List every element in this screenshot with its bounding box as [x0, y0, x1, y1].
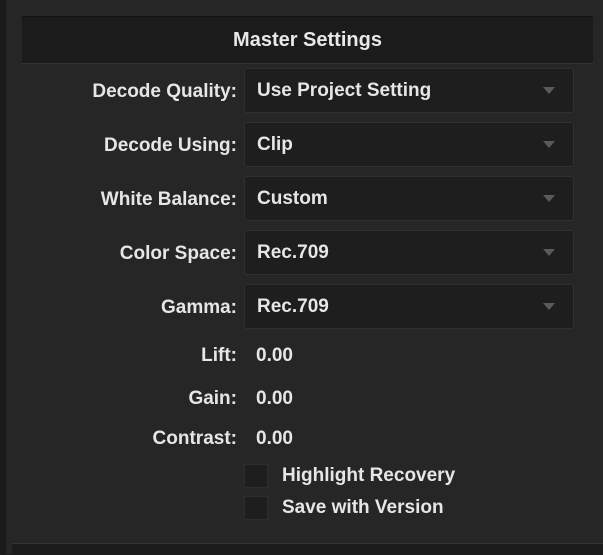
white-balance-dropdown[interactable]: Custom: [244, 176, 574, 221]
panel-footer-divider: [12, 543, 603, 555]
save-with-version-label: Save with Version: [282, 497, 444, 518]
master-settings-panel: Master Settings Decode Quality: Use Proj…: [0, 0, 603, 555]
decode-using-row: Decode Using: Clip: [6, 122, 603, 169]
contrast-value[interactable]: 0.00: [256, 415, 293, 462]
decode-quality-row: Decode Quality: Use Project Setting: [6, 68, 603, 115]
white-balance-value: Custom: [257, 188, 328, 209]
chevron-down-icon: [543, 87, 555, 94]
lift-value[interactable]: 0.00: [256, 332, 293, 379]
highlight-recovery-row[interactable]: Highlight Recovery: [244, 462, 574, 490]
white-balance-label: White Balance:: [100, 188, 237, 210]
contrast-row: Contrast: 0.00: [6, 415, 603, 462]
decode-quality-value: Use Project Setting: [257, 80, 432, 101]
white-balance-row: White Balance: Custom: [6, 176, 603, 223]
gamma-value: Rec.709: [257, 296, 329, 317]
decode-using-dropdown[interactable]: Clip: [244, 122, 574, 167]
lift-row: Lift: 0.00: [6, 332, 603, 379]
gamma-dropdown[interactable]: Rec.709: [244, 284, 574, 329]
decode-using-value: Clip: [257, 134, 293, 155]
save-with-version-row[interactable]: Save with Version: [244, 494, 574, 522]
color-space-row: Color Space: Rec.709: [6, 230, 603, 277]
color-space-dropdown[interactable]: Rec.709: [244, 230, 574, 275]
gamma-row: Gamma: Rec.709: [6, 284, 603, 331]
contrast-label: Contrast:: [152, 427, 237, 449]
lift-label: Lift:: [201, 344, 237, 366]
decode-quality-label: Decode Quality:: [92, 80, 237, 102]
chevron-down-icon: [543, 303, 555, 310]
chevron-down-icon: [543, 249, 555, 256]
highlight-recovery-checkbox[interactable]: [244, 464, 268, 488]
chevron-down-icon: [543, 195, 555, 202]
save-with-version-checkbox[interactable]: [244, 496, 268, 520]
panel-title: Master Settings: [22, 16, 593, 64]
decode-using-label: Decode Using:: [103, 134, 237, 156]
color-space-label: Color Space:: [119, 242, 237, 264]
decode-quality-dropdown[interactable]: Use Project Setting: [244, 68, 574, 113]
gamma-label: Gamma:: [160, 296, 237, 318]
color-space-value: Rec.709: [257, 242, 329, 263]
chevron-down-icon: [543, 141, 555, 148]
highlight-recovery-label: Highlight Recovery: [282, 465, 456, 486]
